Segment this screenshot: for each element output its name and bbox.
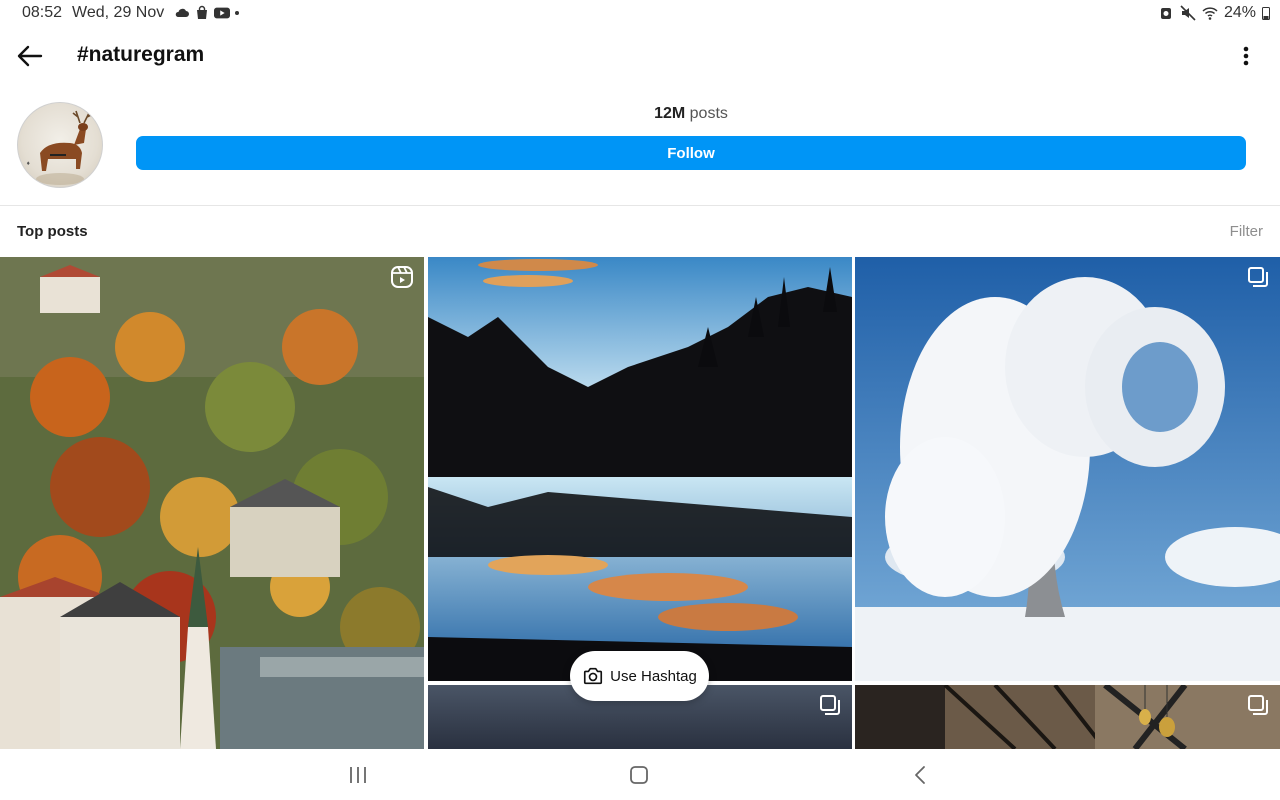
post-image-autumn-town: [0, 257, 424, 749]
posts-count: 12M posts: [136, 105, 1246, 123]
battery-percent: 24%: [1223, 4, 1256, 21]
posts-count-value: 12M: [654, 105, 686, 122]
alarm-icon: [1160, 8, 1171, 19]
system-nav-bar: [0, 749, 1280, 800]
top-posts-header: Top posts Filter: [0, 218, 1280, 246]
app-header: #naturegram: [0, 30, 1280, 82]
svg-text:♦: ♦: [26, 161, 30, 167]
post-tile[interactable]: [855, 685, 1280, 749]
status-date: Wed, 29 Nov: [72, 4, 165, 21]
status-time: 08:52: [22, 4, 63, 21]
arrow-left-icon[interactable]: [14, 40, 46, 72]
more-vertical-icon[interactable]: [1232, 40, 1260, 72]
follow-button[interactable]: Follow: [136, 136, 1246, 170]
status-right: 24%: [1158, 4, 1270, 22]
wifi-icon: [1202, 7, 1218, 20]
home-icon[interactable]: [624, 763, 654, 787]
hashtag-profile: ♦ 12M posts Follow: [0, 95, 1280, 205]
divider: [0, 205, 1280, 206]
status-bar: 08:52 Wed, 29 Nov 24%: [0, 0, 1280, 26]
recent-apps-icon[interactable]: [343, 763, 373, 787]
bag-icon: [197, 5, 208, 19]
post-image-frosted-tree: [855, 257, 1280, 681]
post-tile[interactable]: [0, 257, 424, 749]
carousel-icon: [1248, 267, 1268, 287]
youtube-icon: [214, 7, 231, 19]
status-left: 08:52 Wed, 29 Nov: [22, 4, 240, 22]
post-tile[interactable]: [855, 257, 1280, 681]
dot-icon: [235, 11, 240, 15]
reels-icon: [391, 266, 413, 288]
deer-avatar-image: ♦: [26, 110, 94, 185]
post-tile[interactable]: [428, 257, 852, 681]
carousel-icon: [1248, 695, 1268, 715]
page-title: #naturegram: [77, 43, 205, 66]
post-image-interior-lamps: [855, 685, 1280, 749]
filter-button[interactable]: Filter: [1230, 223, 1263, 240]
camera-icon: [584, 667, 603, 685]
back-icon[interactable]: [905, 763, 935, 787]
use-hashtag-label: Use Hashtag: [610, 667, 697, 685]
use-hashtag-button[interactable]: Use Hashtag: [570, 651, 709, 701]
posts-count-label: posts: [689, 105, 728, 122]
mute-icon: [1180, 5, 1196, 21]
carousel-icon: [820, 695, 840, 715]
battery-icon: [1262, 7, 1270, 20]
avatar[interactable]: ♦: [17, 102, 103, 188]
post-image-lake: [428, 257, 852, 681]
cloud-icon: [175, 8, 190, 17]
notification-icons: [174, 5, 240, 21]
section-title: Top posts: [17, 223, 88, 240]
